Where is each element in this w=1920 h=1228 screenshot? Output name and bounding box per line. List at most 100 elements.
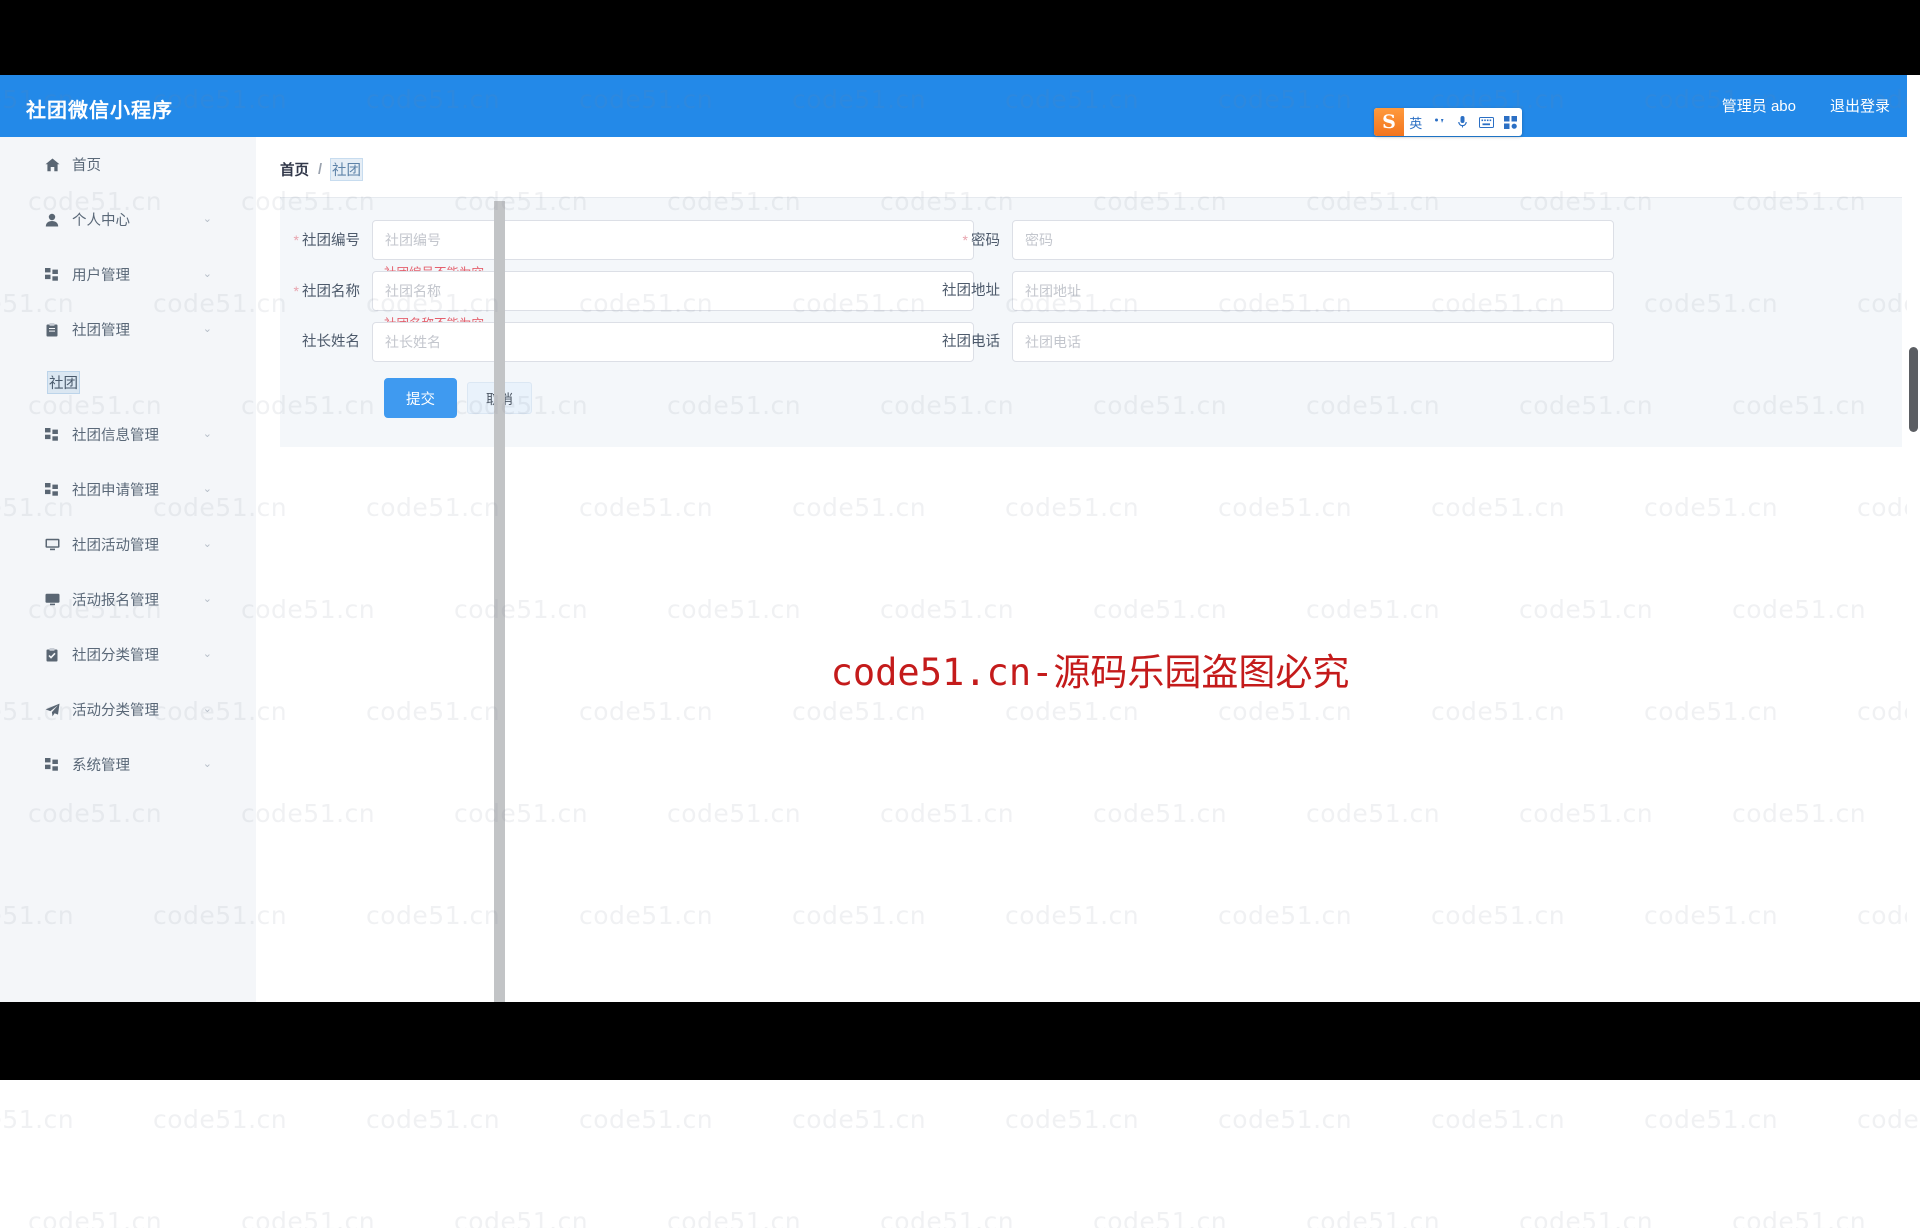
form-field-0: *社团编号社团编号不能为空 bbox=[280, 220, 974, 280]
watermark-tile: code51.cn bbox=[1732, 1207, 1867, 1228]
chevron-down-icon[interactable]: ⌄ bbox=[203, 704, 212, 715]
sidebar-item-label: 社团申请管理 bbox=[72, 483, 159, 499]
watermark-tile: code51.cn bbox=[1857, 1105, 1920, 1134]
breadcrumb-current[interactable]: 社团 bbox=[330, 158, 364, 181]
watermark-tile: code51.cn bbox=[880, 1207, 1015, 1228]
sogou-logo-icon[interactable]: S bbox=[1374, 108, 1404, 136]
sidebar-item-label: 用户管理 bbox=[72, 268, 130, 284]
form-label-0: * 社团编号 bbox=[280, 220, 372, 261]
chevron-down-icon[interactable]: ⌄ bbox=[203, 759, 212, 770]
form-input-4[interactable] bbox=[1012, 271, 1614, 311]
chevron-down-icon[interactable]: ⌄ bbox=[203, 429, 212, 440]
clipboard-icon bbox=[42, 322, 62, 337]
form-label-4: 社团地址 bbox=[920, 271, 1012, 311]
submit-button[interactable]: 提交 bbox=[384, 378, 457, 418]
sidebar-item-6[interactable]: 社团活动管理 ⌄ bbox=[0, 517, 256, 572]
form-label-1: * 社团名称 bbox=[280, 271, 372, 312]
home-icon bbox=[42, 158, 62, 172]
page-scrollbar-track[interactable] bbox=[1907, 75, 1920, 1002]
sidebar-item-8[interactable]: 社团分类管理 ⌄ bbox=[0, 627, 256, 682]
chevron-down-icon[interactable]: ⌄ bbox=[203, 484, 212, 495]
sidebar-item-7[interactable]: 活动报名管理 ⌄ bbox=[0, 572, 256, 627]
sidebar-item-1[interactable]: 个人中心 ⌄ bbox=[0, 192, 256, 247]
form-label-text: 社长姓名 bbox=[302, 334, 360, 350]
grid-icon bbox=[42, 483, 62, 496]
form-input-5[interactable] bbox=[1012, 322, 1614, 362]
sidebar-item-label: 活动分类管理 bbox=[72, 703, 159, 719]
sidebar-item-3[interactable]: 社团管理 ⌄ bbox=[0, 302, 256, 357]
sidebar-scrollbar-track[interactable] bbox=[246, 137, 505, 1059]
form-label-text: 社团地址 bbox=[942, 283, 1000, 299]
required-asterisk: * bbox=[293, 232, 299, 248]
watermark-tile: code51.cn bbox=[792, 1105, 927, 1134]
ime-mode-label[interactable]: 英 bbox=[1404, 108, 1428, 136]
watermark-tile: code51.cn bbox=[454, 1207, 589, 1228]
app-header: 社团微信小程序 管理员 abo 退出登录 bbox=[0, 75, 1920, 137]
form-field-5: 社团电话 bbox=[920, 322, 1614, 362]
sidebar-submenu-item-club[interactable]: 社团 bbox=[0, 357, 256, 407]
chevron-down-icon[interactable]: ⌄ bbox=[203, 324, 212, 335]
sidebar: 首页 个人中心 ⌄ 用户管理 ⌄ 社团管理 ⌄ 社团 社团信息管理 ⌄ 社团申请管理 ⌄ 社团活动管理 ⌄… bbox=[0, 137, 256, 1002]
sidebar-item-label: 活动报名管理 bbox=[72, 593, 159, 609]
sidebar-item-2[interactable]: 用户管理 ⌄ bbox=[0, 247, 256, 302]
breadcrumb: 首页 / 社团 bbox=[280, 158, 364, 181]
sidebar-item-label: 系统管理 bbox=[72, 758, 130, 774]
page-scrollbar-thumb[interactable] bbox=[1909, 347, 1918, 432]
apps-grid-icon[interactable] bbox=[1498, 108, 1522, 136]
form-input-0[interactable] bbox=[372, 220, 974, 260]
chevron-down-icon[interactable]: ⌄ bbox=[203, 214, 212, 225]
app-title: 社团微信小程序 bbox=[26, 100, 173, 122]
main-content: 首页 / 社团 *社团编号社团编号不能为空*社团名称社团名称不能为空社长姓名*密… bbox=[260, 137, 1920, 1002]
sidebar-item-0[interactable]: 首页 bbox=[0, 137, 256, 192]
watermark-tile: code51.cn bbox=[1431, 1105, 1566, 1134]
sidebar-scrollbar-thumb[interactable] bbox=[494, 201, 505, 1059]
chevron-down-icon[interactable]: ⌄ bbox=[203, 649, 212, 660]
punctuation-icon[interactable] bbox=[1428, 108, 1452, 136]
form-input-2[interactable] bbox=[372, 322, 974, 362]
form-label-text: 社团电话 bbox=[942, 334, 1000, 350]
grid-icon bbox=[42, 758, 62, 771]
form-field-3: * 密码 bbox=[920, 220, 1614, 261]
monitor-filled-icon bbox=[42, 593, 62, 606]
form-label-text: 密码 bbox=[971, 233, 1000, 249]
sidebar-item-4[interactable]: 社团信息管理 ⌄ bbox=[0, 407, 256, 462]
form-label-text: 社团名称 bbox=[302, 284, 360, 300]
sidebar-item-label: 社团分类管理 bbox=[72, 648, 159, 664]
form-label-2: 社长姓名 bbox=[280, 322, 372, 362]
breadcrumb-home[interactable]: 首页 bbox=[280, 159, 309, 180]
sogou-ime-toolbar[interactable]: S 英 bbox=[1374, 108, 1522, 136]
required-asterisk: * bbox=[293, 283, 299, 299]
grid-icon bbox=[42, 428, 62, 441]
keyboard-icon[interactable] bbox=[1475, 108, 1499, 136]
send-icon bbox=[42, 703, 62, 717]
chevron-down-icon[interactable]: ⌄ bbox=[203, 269, 212, 280]
admin-name-label: 管理员 abo bbox=[1721, 98, 1796, 115]
watermark-tile: code51.cn bbox=[579, 1105, 714, 1134]
user-icon bbox=[42, 213, 62, 227]
form-label-5: 社团电话 bbox=[920, 322, 1012, 362]
sidebar-item-10[interactable]: 系统管理 ⌄ bbox=[0, 737, 256, 792]
form-input-3[interactable] bbox=[1012, 220, 1614, 260]
watermark-tile: code51.cn bbox=[1093, 1207, 1228, 1228]
sidebar-item-9[interactable]: 活动分类管理 ⌄ bbox=[0, 682, 256, 737]
microphone-icon[interactable] bbox=[1451, 108, 1475, 136]
form-field-2: 社长姓名 bbox=[280, 322, 974, 362]
logout-link[interactable]: 退出登录 bbox=[1830, 95, 1890, 116]
club-form-panel: *社团编号社团编号不能为空*社团名称社团名称不能为空社长姓名*密码社团地址社团电… bbox=[280, 197, 1902, 447]
watermark-tile: code51.cn bbox=[1306, 1207, 1441, 1228]
watermark-tile: code51.cn bbox=[0, 1105, 75, 1134]
form-input-1[interactable] bbox=[372, 271, 974, 311]
sidebar-item-5[interactable]: 社团申请管理 ⌄ bbox=[0, 462, 256, 517]
chevron-down-icon[interactable]: ⌄ bbox=[203, 539, 212, 550]
required-asterisk: * bbox=[962, 232, 968, 248]
checklist-icon bbox=[42, 647, 62, 662]
watermark-tile: code51.cn bbox=[1644, 1105, 1779, 1134]
sidebar-item-label: 个人中心 bbox=[72, 213, 130, 229]
header-user-area: 管理员 abo 退出登录 bbox=[1722, 95, 1890, 116]
form-label-3: * 密码 bbox=[920, 220, 1012, 261]
watermark-tile: code51.cn bbox=[1005, 1105, 1140, 1134]
sidebar-item-label: 首页 bbox=[72, 158, 101, 174]
screen-letterbox-bottom bbox=[0, 1002, 1920, 1080]
watermark-tile: code51.cn bbox=[1218, 1105, 1353, 1134]
chevron-down-icon[interactable]: ⌄ bbox=[203, 594, 212, 605]
